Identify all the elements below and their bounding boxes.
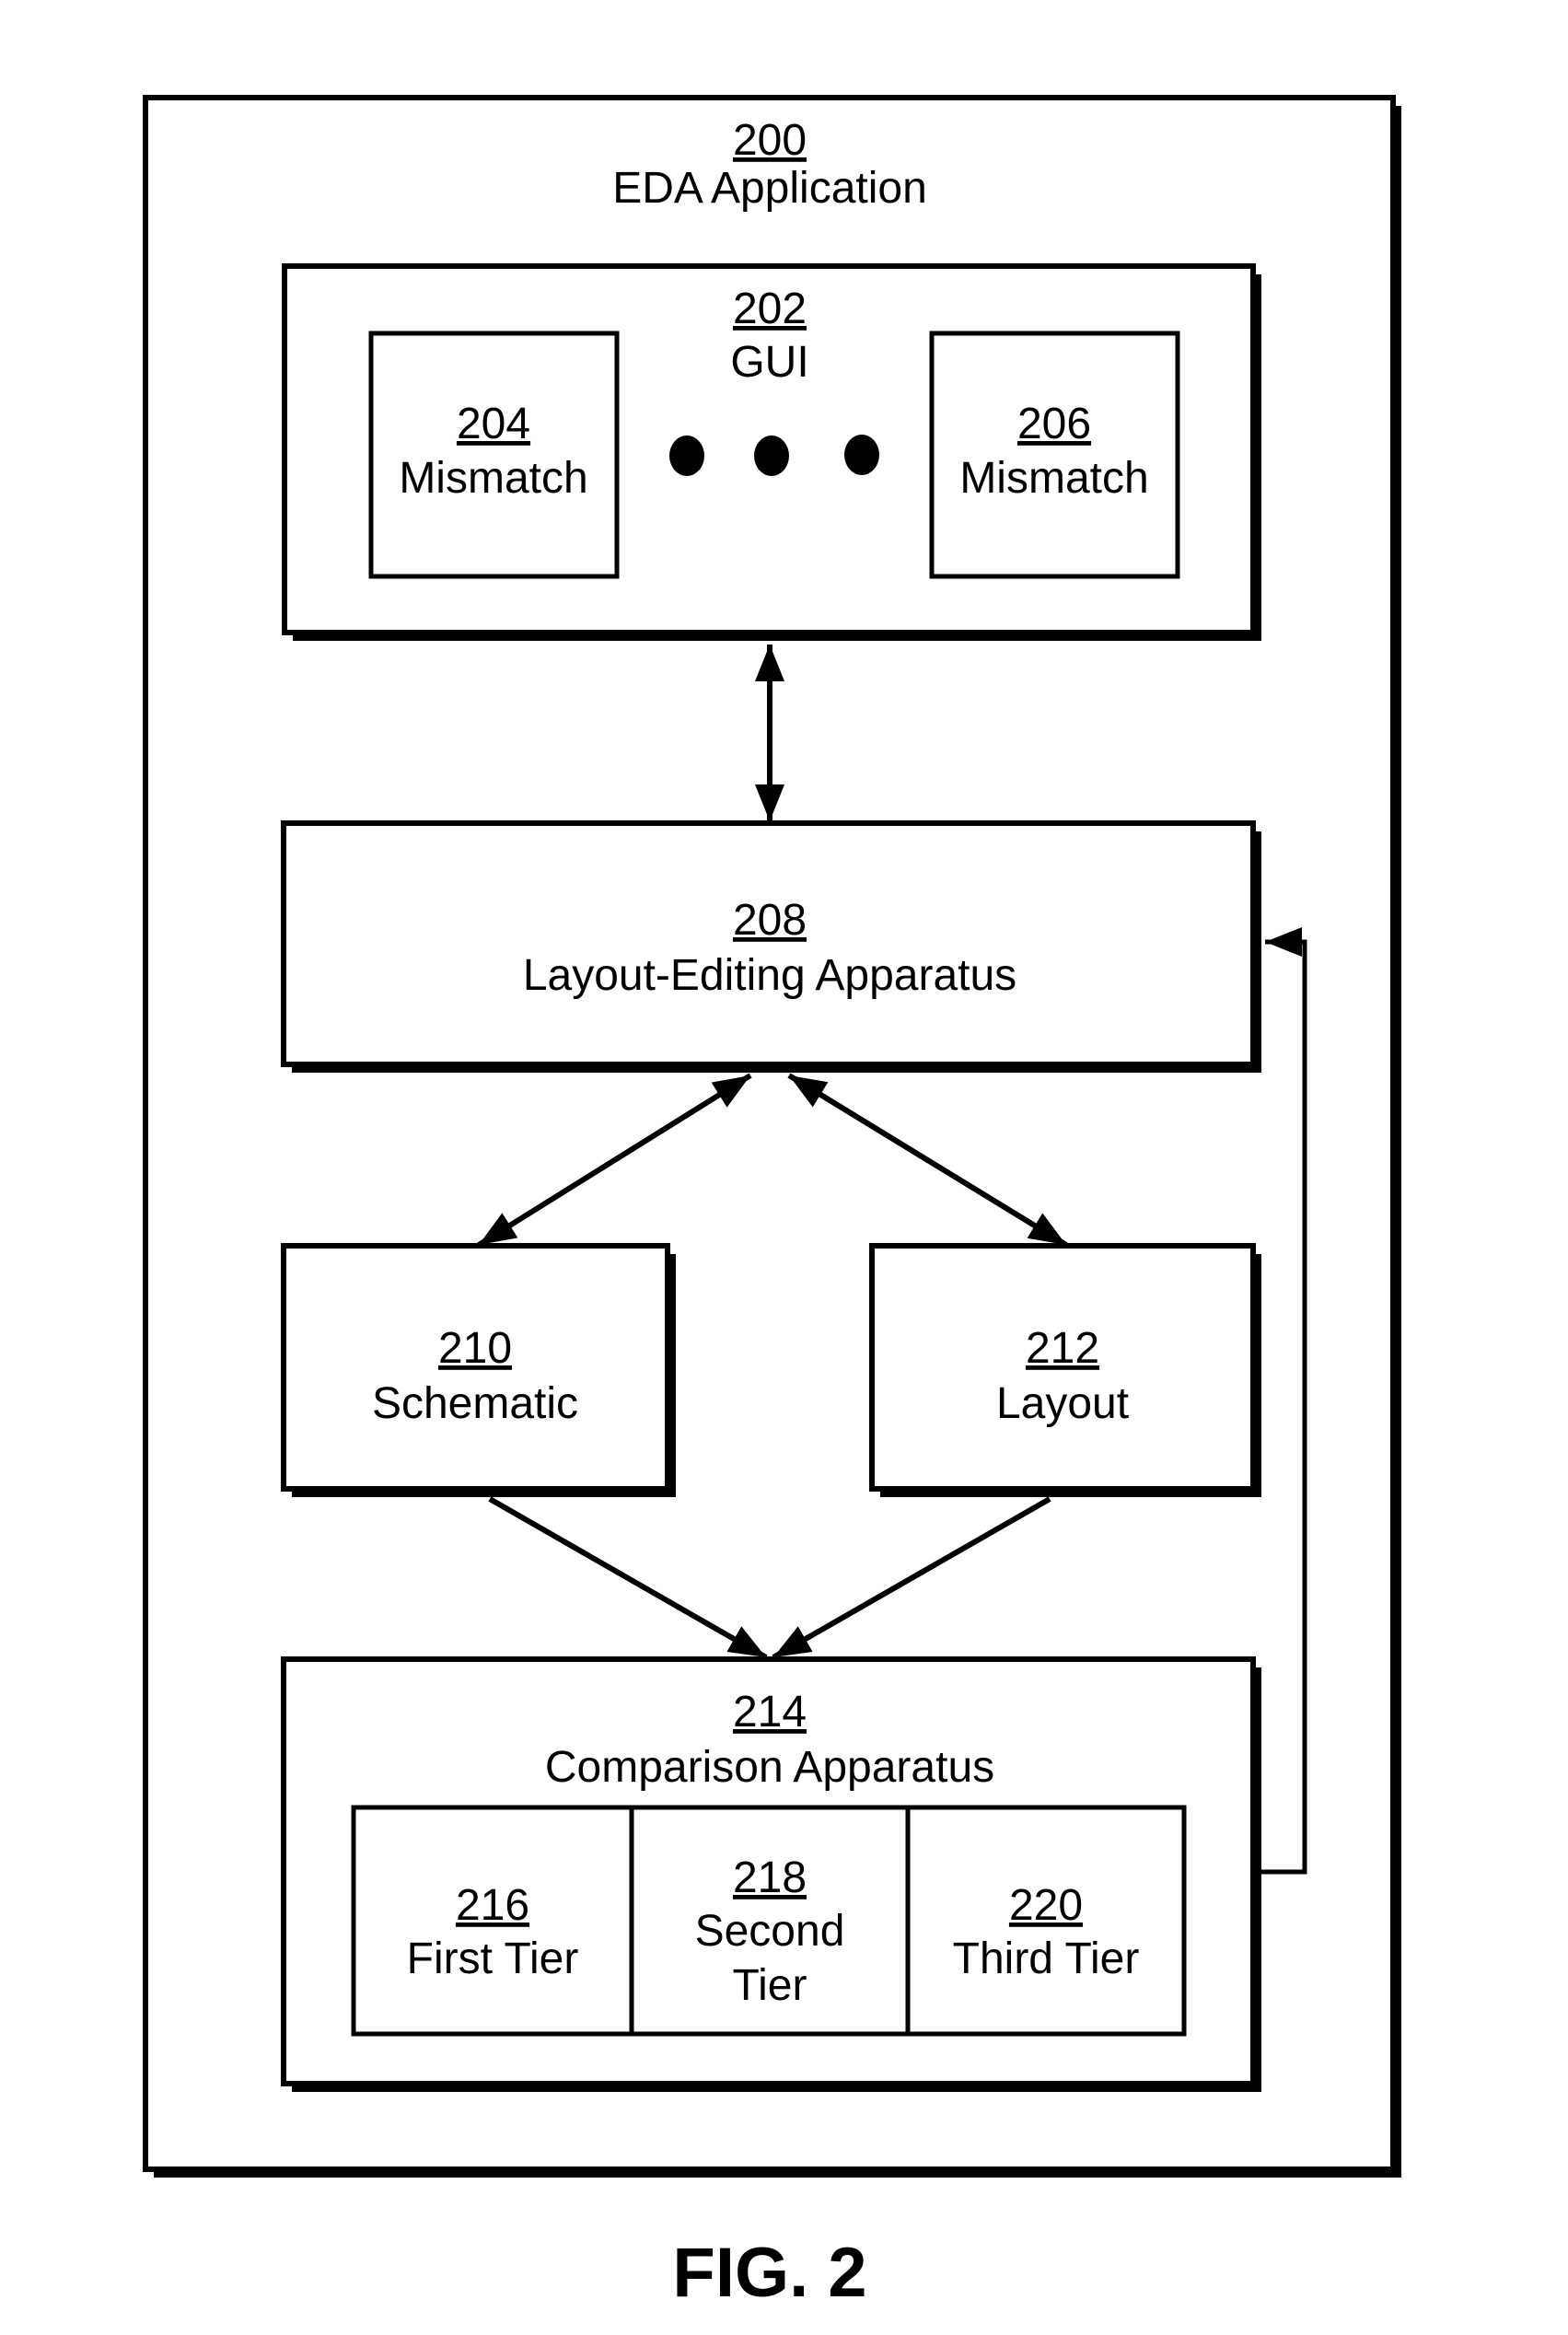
gui-block: 202 GUI 204 Mismatch 206 Mismatch bbox=[282, 263, 1261, 641]
first-tier-number: 216 bbox=[456, 1881, 529, 1930]
second-tier-label-line1: Second bbox=[695, 1907, 845, 1956]
third-tier-label: Third Tier bbox=[953, 1934, 1140, 1983]
figure-caption: FIG. 2 bbox=[672, 2234, 866, 2312]
schematic-block: 210 Schematic bbox=[281, 1243, 676, 1497]
gui-label: GUI bbox=[730, 338, 808, 387]
mismatch-206-block: 206 Mismatch bbox=[929, 331, 1180, 579]
first-tier-label: First Tier bbox=[407, 1934, 579, 1983]
layout-label: Layout bbox=[996, 1379, 1129, 1428]
layout-editing-number: 208 bbox=[733, 896, 807, 945]
mismatch-206-number: 206 bbox=[1017, 400, 1091, 448]
second-tier-label-line2: Tier bbox=[733, 1961, 807, 2010]
mismatch-204-label: Mismatch bbox=[399, 454, 587, 503]
layout-editing-label: Layout-Editing Apparatus bbox=[523, 951, 1016, 1000]
ellipsis-dot-3 bbox=[844, 435, 879, 475]
eda-application-label: EDA Application bbox=[612, 164, 927, 213]
third-tier-number: 220 bbox=[1009, 1881, 1083, 1930]
mismatch-204-number: 204 bbox=[457, 400, 530, 448]
ellipsis-dot-1 bbox=[669, 436, 704, 476]
eda-application-number: 200 bbox=[733, 116, 807, 165]
comparison-number: 214 bbox=[733, 1688, 807, 1737]
second-tier-number: 218 bbox=[733, 1853, 807, 1902]
diagram-canvas: 200 EDA Application 202 GUI 204 Mismatch… bbox=[143, 95, 1401, 2312]
schematic-number: 210 bbox=[438, 1324, 512, 1373]
ellipsis-dot-2 bbox=[754, 436, 789, 476]
gui-number: 202 bbox=[733, 285, 807, 333]
mismatch-206-label: Mismatch bbox=[959, 454, 1148, 503]
tiers-group: 216 First Tier 218 Second Tier 220 Third… bbox=[351, 1805, 1187, 2037]
schematic-label: Schematic bbox=[372, 1379, 578, 1428]
mismatch-204-block: 204 Mismatch bbox=[368, 331, 620, 579]
comparison-apparatus-block: 214 Comparison Apparatus 216 First Tier … bbox=[281, 1656, 1261, 2092]
layout-number: 212 bbox=[1026, 1324, 1099, 1373]
comparison-label: Comparison Apparatus bbox=[545, 1743, 994, 1792]
layout-editing-apparatus-block: 208 Layout-Editing Apparatus bbox=[281, 820, 1261, 1073]
layout-block: 212 Layout bbox=[869, 1243, 1261, 1497]
